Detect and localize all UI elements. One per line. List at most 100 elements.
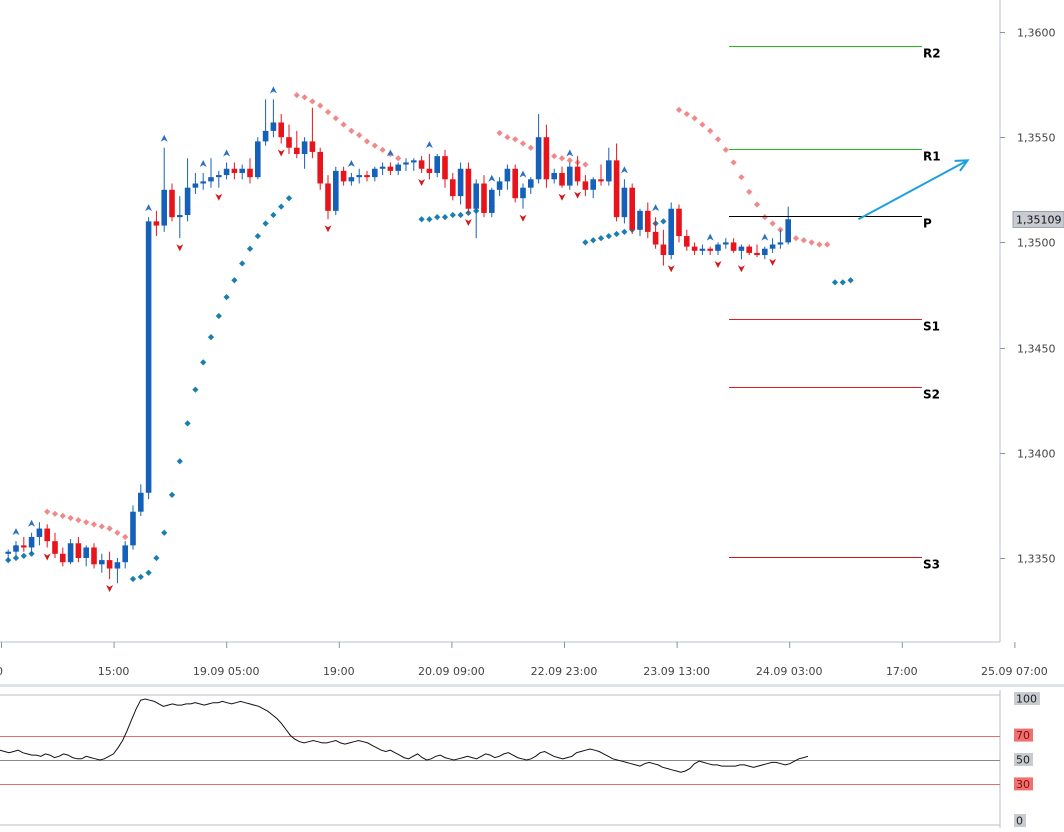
time-axis: 0 15:00 19.09 05:00 19:00 20.09 09:00 22.09 2… [0,642,1048,678]
candle-body [231,168,238,173]
candle-body [161,189,167,226]
x-tick-label: 15:00 [98,665,130,678]
sar-dot-above [816,241,823,248]
sar-dot-above [551,153,558,160]
projection-arrow-line [857,159,969,221]
x-tick-label: 20.09 09:00 [418,665,485,678]
candle-body [559,172,565,186]
sar-dot-above [379,146,386,153]
y-tick-label: 1,3600 [1017,27,1056,40]
candle-body [255,141,261,178]
pivot-label-p: P [923,217,932,231]
fractal-up-marker [223,149,231,157]
y-tick-label: 1,3500 [1017,237,1056,250]
candle-body [660,244,667,256]
candle-body [184,187,191,216]
candle-body [426,168,433,173]
candle-body [91,547,97,565]
candle-body [676,208,682,237]
sar-dot-above [395,155,402,162]
y-tick-label: 1,3400 [1017,448,1056,461]
fractal-down-marker [519,214,527,222]
candle-body [434,156,440,173]
osc-tick-label: 100 [1016,693,1037,706]
sar-dot-below [176,458,183,465]
sar-dot-below [262,220,269,227]
candle-body [598,179,604,182]
candle-body [356,175,362,178]
sar-dot-below [582,239,589,246]
sar-dot-above [122,533,129,541]
pivot-label-s2: S2 [923,388,940,402]
x-tick-label: 17:00 [886,665,918,678]
sar-dot-above [348,127,355,134]
candle-body [247,168,253,178]
sar-dot-above [527,144,534,151]
candle-body [75,543,82,558]
chart-window: R2 R1 P S1 S2 S3 1,3350 1,3400 1,3450 1,3500 1,35… [0,0,1064,828]
sar-dot-above [558,155,566,162]
chart-svg: R2 R1 P S1 S2 S3 1,3350 1,3400 1,3450 1,3500 1,35… [0,0,1064,828]
sar-dot-above [309,98,316,105]
sar-dot-above [761,214,768,221]
y-tick-label: 1,3450 [1017,343,1056,356]
candle-body [785,219,791,243]
candle-body [707,248,713,251]
candle-body [192,183,199,188]
sar-dot-below [418,216,425,223]
osc-tick-label: 70 [1016,729,1030,742]
candle-body [520,187,526,199]
candle-body [270,122,277,131]
candle-body [489,189,495,213]
sar-dot-below [168,491,176,498]
candle-body [411,160,417,163]
sar-dot-below [441,214,449,221]
candle-body [379,166,386,169]
sar-dot-above [707,127,714,134]
candle-body [83,547,89,558]
fractal-down-marker [43,553,51,561]
candle-body [325,183,331,211]
sar-dot-below [434,214,441,221]
candle-body [590,179,596,190]
sar-dot-below [831,279,839,286]
sar-dot-above [51,510,59,517]
sar-dot-above [504,134,511,141]
sar-dot-below [278,203,285,210]
fractal-down-marker [277,149,285,157]
candle-body [99,560,105,565]
sar-dot-below [215,312,222,320]
candle-body [418,160,425,169]
sar-dot-below [254,232,261,240]
candle-body [114,562,121,569]
sar-dot-above [738,174,745,181]
sar-dot-above [317,102,324,109]
projection-layer [857,159,970,221]
current-price-label: 1,35109 [1016,213,1062,226]
sar-dot-below [613,230,620,238]
candle-body [169,189,175,218]
sar-dot-below [605,232,612,240]
sar-dot-above [83,519,90,526]
fractal-down-marker [558,193,566,201]
oscillator-axis: 100 70 50 30 0 [1014,692,1040,828]
sar-dot-above [67,514,74,522]
sar-dot-below [590,237,597,244]
candle-body [200,181,206,184]
sar-dot-above [769,220,776,227]
sar-dot-below [231,277,238,284]
sar-dot-above [582,161,589,168]
candle-body [387,166,394,171]
fractal-down-marker [714,261,722,269]
candle-body [44,528,50,542]
candle-body [145,221,152,493]
sar-dot-below [153,554,160,562]
candle-body [504,168,511,182]
fractal-up-marker [566,149,574,157]
sar-dot-above [824,241,831,248]
x-tick-label: 23.09 13:00 [643,665,710,678]
oscillator-panel [0,698,1000,785]
sar-dot-above [722,146,729,153]
sar-dot-below [839,279,846,286]
fractal-up-marker [425,141,433,149]
